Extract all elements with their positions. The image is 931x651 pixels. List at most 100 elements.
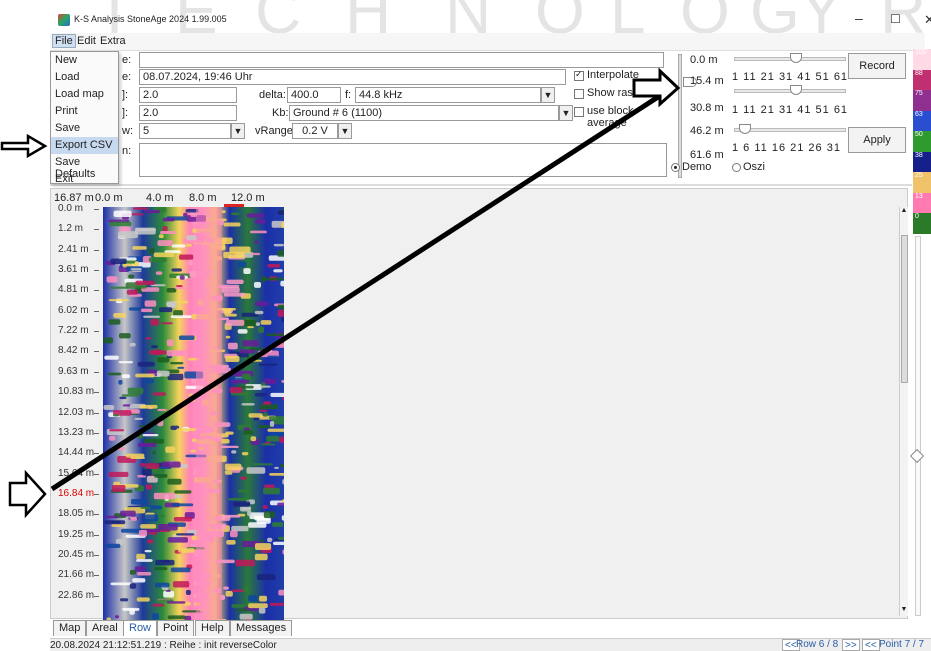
interpolate-checkbox[interactable] xyxy=(574,69,584,81)
comment-field[interactable] xyxy=(139,143,667,177)
demo-radio[interactable] xyxy=(671,163,680,172)
kb-select[interactable]: Ground # 6 (1100) xyxy=(289,105,559,121)
previous-point-button[interactable]: << xyxy=(862,639,880,651)
scan-texture-patch xyxy=(156,370,170,377)
depth-row-label: 22.86 m xyxy=(58,589,95,601)
scan-texture-patch xyxy=(152,451,157,455)
depth-tick xyxy=(94,351,99,353)
oszi-radio[interactable] xyxy=(732,163,741,172)
row-slider-a-thumb[interactable] xyxy=(790,53,802,63)
tab-point[interactable]: Point xyxy=(157,620,195,636)
scan-texture-patch xyxy=(272,522,284,527)
name-field[interactable] xyxy=(139,52,664,68)
scan-texture-patch xyxy=(177,366,185,369)
row-slider-c[interactable] xyxy=(734,124,846,134)
record-button[interactable]: Record xyxy=(848,53,906,79)
delta-field[interactable]: 400.0 xyxy=(287,87,341,103)
color-range-slider[interactable] xyxy=(909,236,925,616)
scan-texture-patch xyxy=(153,567,168,571)
scan-texture-patch xyxy=(249,359,262,362)
vrange-dropdown-button[interactable]: ▼ xyxy=(338,123,352,139)
arrow-export-csv-icon xyxy=(0,133,48,159)
scan-texture-patch xyxy=(237,489,249,493)
show-raster-checkbox[interactable] xyxy=(574,89,584,99)
scan-texture-patch xyxy=(109,435,116,441)
scan-texture-patch xyxy=(226,279,244,284)
tab-help[interactable]: Help xyxy=(195,620,230,636)
panel-separator xyxy=(50,184,912,186)
param3-label: w: xyxy=(122,125,133,137)
menu-item-print[interactable]: Print xyxy=(51,103,118,120)
date-field[interactable]: 08.07.2024, 19:46 Uhr xyxy=(139,69,566,85)
tab-row[interactable]: Row xyxy=(123,620,158,636)
menu-file[interactable]: File xyxy=(52,34,76,48)
menu-edit[interactable]: Edit xyxy=(75,35,98,47)
plot-vertical-scrollbar[interactable]: ▲ ▼ xyxy=(899,207,908,616)
maximize-button[interactable]: ☐ xyxy=(890,12,901,26)
param3-dropdown-button[interactable]: ▼ xyxy=(231,123,245,139)
scan-image[interactable] xyxy=(103,207,284,620)
scan-texture-patch xyxy=(226,540,236,545)
depth-row-label: 2.41 m xyxy=(58,243,89,255)
scan-texture-patch xyxy=(254,240,259,245)
param3-select[interactable]: 5 xyxy=(139,123,231,139)
scrollbar-thumb[interactable] xyxy=(901,235,908,383)
scroll-down-arrow-icon[interactable]: ▼ xyxy=(900,606,908,616)
row-slider-b-thumb[interactable] xyxy=(790,85,802,95)
vrange-select[interactable]: 0.2 V xyxy=(292,123,338,139)
menu-item-save[interactable]: Save xyxy=(51,120,118,137)
row-slider-c-thumb[interactable] xyxy=(739,124,751,134)
minimize-button[interactable]: – xyxy=(855,10,863,26)
status-bar: 20.08.2024 21:12:51.219 : Reihe : init r… xyxy=(50,638,931,651)
depth-row-label: 19.25 m xyxy=(58,528,95,540)
apply-button[interactable]: Apply xyxy=(848,127,906,153)
scroll-up-arrow-icon[interactable]: ▲ xyxy=(900,207,908,217)
scan-texture-patch xyxy=(262,505,268,509)
scan-texture-patch xyxy=(129,342,136,347)
scan-texture-patch xyxy=(140,524,157,529)
frequency-select[interactable]: 44.8 kHz xyxy=(355,87,541,103)
menu-item-load-map[interactable]: Load map xyxy=(51,86,118,103)
kb-dropdown-button[interactable]: ▼ xyxy=(559,105,573,121)
param2-field[interactable]: 2.0 xyxy=(139,105,237,121)
next-row-button[interactable]: >> xyxy=(842,639,860,651)
scan-texture-patch xyxy=(252,463,274,466)
tab-areal[interactable]: Areal xyxy=(86,620,124,636)
scan-texture-patch xyxy=(178,548,195,553)
menu-item-load[interactable]: Load xyxy=(51,69,118,86)
scan-texture-patch xyxy=(248,413,263,418)
scan-texture-patch xyxy=(269,602,284,606)
scan-texture-patch xyxy=(176,428,197,432)
scan-texture-patch xyxy=(153,252,175,258)
scan-texture-patch xyxy=(165,446,176,453)
param1-field[interactable]: 2.0 xyxy=(139,87,237,103)
scan-texture-patch xyxy=(259,404,279,410)
tab-map[interactable]: Map xyxy=(53,620,87,636)
depth-row-label: 18.05 m xyxy=(58,508,95,520)
depth-row-label: 10.83 m xyxy=(58,386,95,398)
scan-texture-patch xyxy=(145,484,153,490)
scan-texture-patch xyxy=(173,517,192,522)
depth-vertical-slider[interactable] xyxy=(678,54,697,178)
scan-texture-patch xyxy=(277,250,284,257)
depth-tick xyxy=(94,534,99,536)
color-scale-step: 0 xyxy=(913,213,931,234)
depth-label-3: 46.2 m xyxy=(690,125,724,137)
menu-item-exit[interactable]: Exit xyxy=(51,171,118,188)
scan-texture-patch xyxy=(254,553,268,561)
row-slider-a[interactable] xyxy=(734,53,846,63)
menu-extra[interactable]: Extra xyxy=(98,35,128,47)
scan-texture-patch xyxy=(145,337,152,340)
scan-texture-patch xyxy=(229,387,243,394)
menu-item-save-defaults[interactable]: Save Defaults xyxy=(51,154,118,180)
menu-item-new[interactable]: New xyxy=(51,52,118,69)
menu-item-export-csv[interactable]: Export CSV xyxy=(51,137,118,154)
use-block-average-checkbox[interactable] xyxy=(574,107,584,117)
show-raster-label: Show raster xyxy=(587,87,646,99)
row-slider-b[interactable] xyxy=(734,85,846,95)
tab-messages[interactable]: Messages xyxy=(230,620,293,636)
color-range-thumb[interactable] xyxy=(909,448,925,464)
close-button[interactable]: ✕ xyxy=(924,12,931,28)
scan-texture-patch xyxy=(121,374,130,379)
frequency-dropdown-button[interactable]: ▼ xyxy=(541,87,555,103)
